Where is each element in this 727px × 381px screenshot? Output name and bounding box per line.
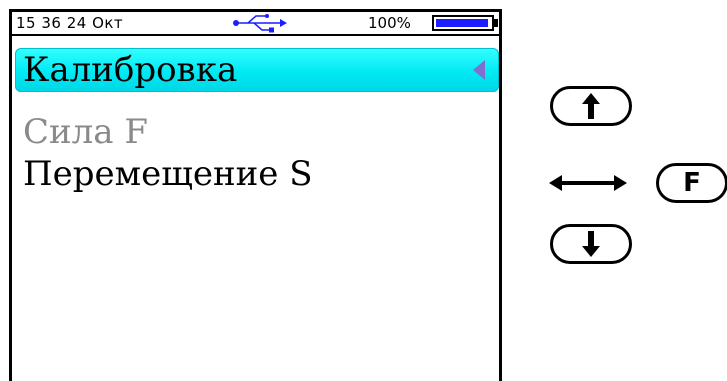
device-screen: 15 36 24 Окт 100% Калибровка Сила F Пере… [9, 9, 502, 381]
menu-item-label: Калибровка [23, 50, 238, 90]
key-f-button[interactable]: F [656, 163, 727, 203]
battery-tip [494, 19, 498, 27]
menu-item-label: Сила F [23, 112, 148, 152]
key-up-button[interactable] [550, 86, 632, 126]
status-time-date: 15 36 24 Окт [16, 14, 124, 32]
battery-percent: 100% [368, 14, 411, 32]
arrow-down-icon [582, 231, 600, 257]
key-down-button[interactable] [550, 224, 632, 264]
menu-item-displacement[interactable]: Перемещение S [15, 152, 499, 196]
menu-item-force[interactable]: Сила F [15, 110, 499, 154]
battery-icon [432, 15, 494, 31]
key-f-label: F [683, 168, 701, 198]
battery-fill [436, 19, 489, 27]
menu-item-calibration[interactable]: Калибровка [15, 48, 499, 92]
menu-item-label: Перемещение S [23, 154, 313, 194]
usb-icon [233, 14, 287, 33]
status-bar: 15 36 24 Окт 100% [12, 12, 499, 36]
selected-arrow-icon [473, 60, 485, 80]
arrow-up-icon [582, 93, 600, 119]
left-right-arrow-icon [549, 175, 627, 191]
